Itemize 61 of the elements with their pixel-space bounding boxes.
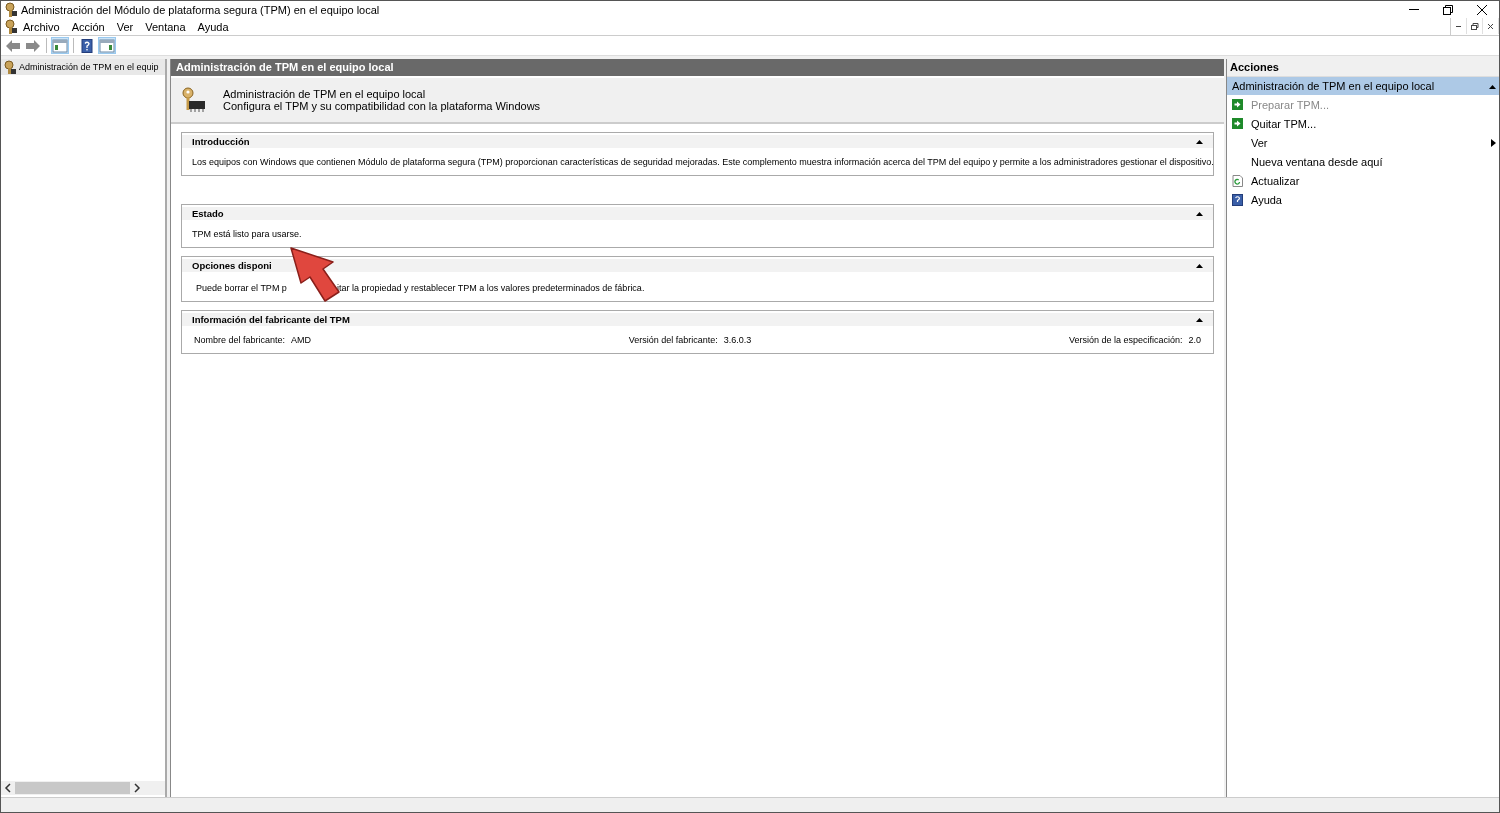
menu-item[interactable]: Ver [110,20,140,33]
minimize-icon [1456,25,1461,27]
action-item[interactable]: Ayuda [1227,190,1499,209]
collapse-caret-icon[interactable] [1196,317,1203,322]
help-button[interactable] [78,37,96,54]
action-item[interactable]: Actualizar [1227,171,1499,190]
close-icon [1486,21,1495,31]
action-pane-button[interactable] [98,37,116,54]
menu-item[interactable]: Ayuda [191,20,235,33]
console-tree-button[interactable] [51,37,69,54]
collapse-caret-icon[interactable] [1196,139,1203,144]
intro-subtitle: Configura el TPM y su compatibilidad con la plataforma Windows [223,100,541,112]
actions-header: Acciones [1227,59,1499,77]
forward-button[interactable] [24,37,42,54]
section-text: Los equipos con Windows que contienen Módulo de plataforma segura (TPM) proporcionan características de seguridad mejoradas. Este complemento muestra información acerca del TPM del equipo y permite a los administradores gestionar el dispositivo. [192,157,1214,167]
restore-icon [1470,21,1479,31]
actions-group-header[interactable]: Administración de TPM en el equipo local [1227,77,1499,95]
section-title: Estado [192,208,224,219]
window-title: Administración del Módulo de plataforma segura (TPM) en el equipo local [21,3,381,16]
menu-item[interactable]: Ventana [139,20,192,33]
field-label: Versión del fabricante: [628,335,718,345]
action-item[interactable]: Quitar TPM... [1227,114,1499,133]
close-icon [1476,3,1488,16]
menu-item[interactable]: Archivo [17,20,66,33]
collapse-caret-icon [1489,83,1496,89]
restore-icon [1442,3,1454,16]
back-icon [5,38,21,53]
section-text: Puede borrar el TPM p [196,283,287,293]
key-icon [5,1,17,18]
collapse-caret-icon[interactable] [1196,211,1203,216]
field-label: Versión de la especificación: [1068,335,1183,345]
intro-title: Administración de TPM en el equipo local [223,88,427,100]
field-label: Nombre del fabricante: [194,335,286,345]
action-item[interactable]: Nueva ventana desde aquí [1227,152,1499,171]
section-title: Introducción [192,136,250,147]
section-title: Información del fabricante del TPM [192,314,350,325]
key-icon [4,60,16,74]
horizontal-scrollbar[interactable] [1,781,165,795]
scrollbar-thumb[interactable] [15,782,130,794]
minimize-icon [1409,9,1419,10]
pane-header: Administración de TPM en el equipo local [171,59,1224,76]
key-chip-icon [181,87,207,113]
refresh-icon [1232,174,1243,187]
menu-item[interactable]: Acción [65,20,111,33]
help-icon [79,38,95,53]
field-value: 2.0 [1188,335,1201,345]
arrow-icon [1232,99,1243,110]
tree-item[interactable]: Administración de TPM en el equip [1,59,165,75]
field-value: AMD [291,335,312,345]
action-pane-icon [99,38,115,53]
section-text: TPM está listo para usarse. [192,229,302,239]
key-icon [5,18,17,35]
section-text: itar la propiedad y restablecer TPM a los valores predeterminados de fábrica. [336,283,645,293]
console-tree-icon [52,38,68,53]
collapse-caret-icon[interactable] [1196,263,1203,268]
field-value: 3.6.0.3 [723,335,752,345]
forward-icon [25,38,41,53]
action-item[interactable]: Ver [1227,133,1499,152]
arrow-icon [1232,118,1243,129]
help-icon [1232,193,1243,206]
section-title: Opciones disponi [192,260,272,271]
